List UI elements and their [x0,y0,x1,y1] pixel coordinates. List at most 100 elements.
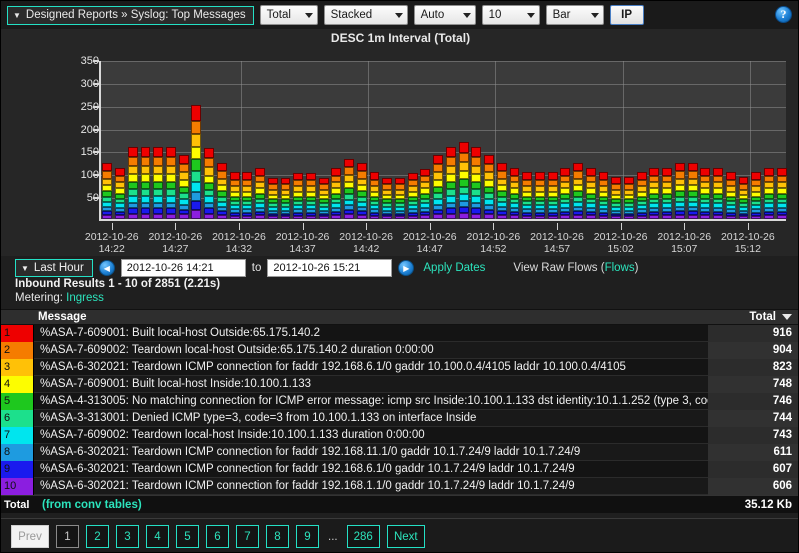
table-row[interactable]: 8%ASA-6-302021: Teardown ICMP connection… [1,444,799,461]
chart-bar[interactable] [179,155,189,219]
chart-bar[interactable] [408,173,418,219]
column-header-total[interactable]: Total [749,311,776,323]
chart-bar[interactable] [573,163,583,219]
chart-bar[interactable] [586,168,596,219]
row-message[interactable]: %ASA-7-609002: Teardown local-host Outsi… [34,344,708,356]
interval-dropdown[interactable]: Auto [414,5,476,25]
chart-bar[interactable] [420,169,430,219]
flows-link[interactable]: Flows [605,262,635,274]
pagination-page-7[interactable]: 7 [236,525,259,548]
help-icon[interactable]: ? [775,6,792,23]
chart-bar[interactable] [306,173,316,219]
end-date-input[interactable]: 2012-10-26 15:21 [267,259,392,277]
chart-bar[interactable] [510,168,520,219]
chart-bar[interactable] [344,159,354,219]
chart-bar[interactable] [382,178,392,219]
chart-bar[interactable] [535,172,545,219]
row-count-dropdown[interactable]: 10 [482,5,540,25]
table-row[interactable]: 4%ASA-7-609001: Built local-host Inside:… [1,376,799,393]
row-message[interactable]: %ASA-6-302021: Teardown ICMP connection … [34,361,708,373]
table-row[interactable]: 7%ASA-7-609002: Teardown local-host Insi… [1,427,799,444]
pagination-page-1[interactable]: 1 [56,525,79,548]
chart-bar[interactable] [700,168,710,219]
chart-bar[interactable] [204,148,214,219]
chart-bar[interactable] [395,178,405,219]
chart-plot-area[interactable] [99,61,786,221]
pagination-page-5[interactable]: 5 [176,525,199,548]
chart-bar[interactable] [255,168,265,219]
chart-bar[interactable] [611,177,621,219]
pagination-prev-button[interactable]: Prev [11,525,49,548]
chart-bar[interactable] [153,147,163,219]
row-message[interactable]: %ASA-6-302021: Teardown ICMP connection … [34,446,708,458]
pagination-page-3[interactable]: 3 [116,525,139,548]
row-message[interactable]: %ASA-3-313001: Denied ICMP type=3, code=… [34,412,708,424]
time-range-dropdown[interactable]: ▼ Last Hour [15,259,93,277]
pagination-next-button[interactable]: Next [387,525,425,548]
chart-bar[interactable] [459,142,469,219]
row-message[interactable]: %ASA-7-609001: Built local-host Inside:1… [34,378,708,390]
chart-bar[interactable] [230,172,240,219]
stacking-dropdown[interactable]: Stacked [324,5,408,25]
chart-bar[interactable] [115,168,125,219]
chart-bar[interactable] [293,173,303,219]
chart-bar[interactable] [497,163,507,219]
chart-bar[interactable] [726,172,736,219]
chart-bar[interactable] [242,172,252,219]
chart-bar[interactable] [739,177,749,219]
metering-value[interactable]: Ingress [66,292,104,304]
chart-bar[interactable] [331,168,341,219]
chart-bar[interactable] [446,147,456,219]
chart-bar[interactable] [471,147,481,219]
chart-bar[interactable] [637,172,647,219]
chart-bar[interactable] [662,168,672,219]
chart-bar[interactable] [128,147,138,219]
chart-bar[interactable] [675,163,685,219]
chart-bar[interactable] [599,172,609,219]
chart-bar[interactable] [191,105,201,219]
chart-bar[interactable] [319,178,329,219]
previous-range-button[interactable]: ◀ [99,260,115,276]
row-message[interactable]: %ASA-6-302021: Teardown ICMP connection … [34,480,708,492]
chart-bar[interactable] [268,178,278,219]
next-range-button[interactable]: ▶ [398,260,414,276]
chart-bar[interactable] [166,147,176,219]
pagination-page-8[interactable]: 8 [266,525,289,548]
table-row[interactable]: 2%ASA-7-609002: Teardown local-host Outs… [1,342,799,359]
row-message[interactable]: %ASA-4-313005: No matching connection fo… [34,395,708,407]
chart-bar[interactable] [281,178,291,219]
pagination-last-page[interactable]: 286 [347,525,380,548]
chart-bar[interactable] [548,172,558,219]
table-row[interactable]: 9%ASA-6-302021: Teardown ICMP connection… [1,461,799,478]
ip-button[interactable]: IP [610,5,644,25]
row-message[interactable]: %ASA-7-609002: Teardown local-host Insid… [34,429,708,441]
pagination-page-2[interactable]: 2 [86,525,109,548]
chart-bar[interactable] [649,168,659,219]
pagination-page-6[interactable]: 6 [206,525,229,548]
pagination-page-4[interactable]: 4 [146,525,169,548]
apply-dates-button[interactable]: Apply Dates [423,262,485,274]
chart-bar[interactable] [522,172,532,219]
chart-bar[interactable] [141,147,151,219]
chart-bar[interactable] [217,163,227,219]
chart-bar[interactable] [688,163,698,219]
chart-bar[interactable] [560,168,570,219]
chart-bar[interactable] [102,163,112,219]
chart-bar[interactable] [357,163,367,219]
chart-bar[interactable] [751,172,761,219]
table-row[interactable]: 3%ASA-6-302021: Teardown ICMP connection… [1,359,799,376]
table-row[interactable]: 5%ASA-4-313005: No matching connection f… [1,393,799,410]
chart-bar[interactable] [713,168,723,219]
chart-bar[interactable] [624,177,634,219]
row-message[interactable]: %ASA-6-302021: Teardown ICMP connection … [34,463,708,475]
chart-bar[interactable] [777,168,787,219]
sort-desc-icon[interactable] [782,314,792,320]
chart-bar[interactable] [764,168,774,219]
graph-type-dropdown[interactable]: Bar [546,5,604,25]
pagination-page-9[interactable]: 9 [296,525,319,548]
table-row[interactable]: 1%ASA-7-609001: Built local-host Outside… [1,325,799,342]
chart-bar[interactable] [433,155,443,219]
report-selector[interactable]: ▼ Designed Reports » Syslog: Top Message… [7,6,254,25]
table-row[interactable]: 6%ASA-3-313001: Denied ICMP type=3, code… [1,410,799,427]
chart-bar[interactable] [484,155,494,219]
